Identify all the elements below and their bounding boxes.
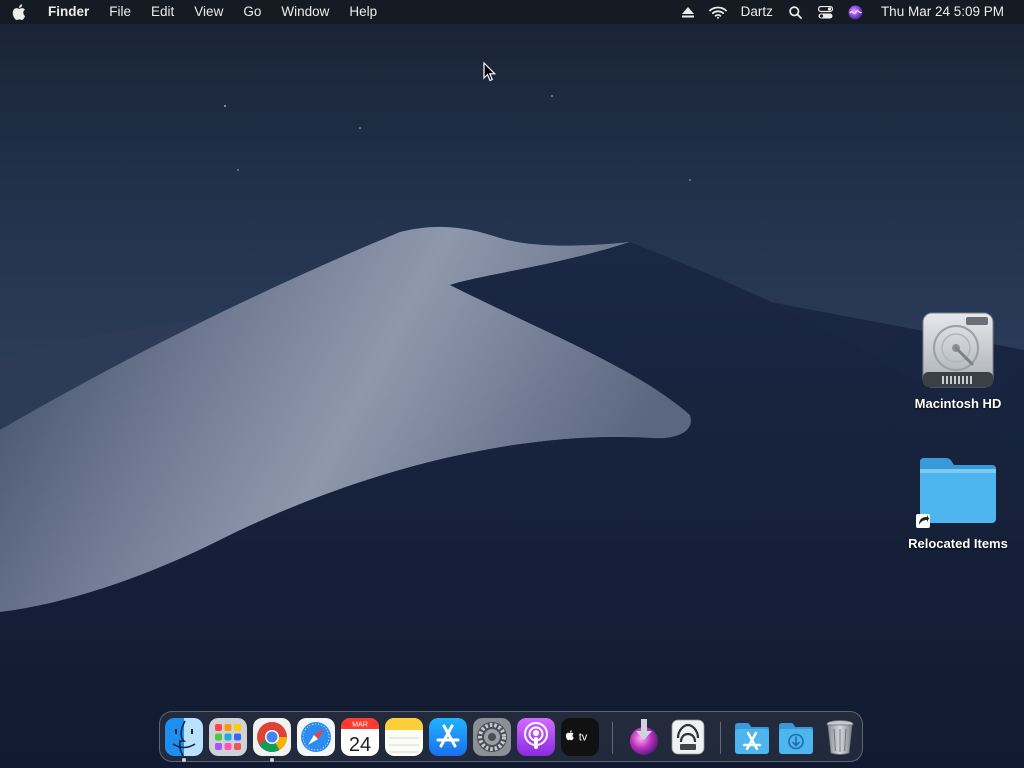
dock-separator (612, 722, 613, 754)
spotlight-search-icon (789, 5, 803, 19)
migration-assistant-icon (671, 719, 705, 755)
calendar-month-text: MAR (352, 722, 368, 729)
dock-item-disk-utility-installer[interactable] (625, 718, 663, 756)
applications-folder-icon (735, 723, 769, 754)
installer-icon (630, 719, 658, 755)
menu-file[interactable]: File (99, 0, 141, 24)
dock-item-podcasts[interactable] (517, 718, 555, 756)
dock-item-launchpad[interactable] (209, 718, 247, 756)
wifi-menu-button[interactable] (703, 0, 733, 24)
user-menu[interactable]: Dartz (733, 0, 781, 24)
dock-running-indicator (182, 758, 186, 762)
menu-edit[interactable]: Edit (141, 0, 184, 24)
apple-tv-label-text: tv (579, 732, 588, 744)
podcasts-icon (517, 718, 555, 756)
dock-item-system-preferences[interactable] (473, 718, 511, 756)
siri-button[interactable] (841, 0, 871, 24)
gear-icon (473, 718, 511, 756)
dock-item-trash[interactable] (821, 718, 859, 756)
dock-item-notes[interactable] (385, 718, 423, 756)
spotlight-button[interactable] (781, 0, 811, 24)
menu-bar: Finder File Edit View Go Window Help Dar… (0, 0, 1024, 24)
dock-item-apple-tv[interactable]: tv (561, 718, 599, 756)
menu-app-finder[interactable]: Finder (38, 0, 99, 24)
menu-clock[interactable]: Thu Mar 24 5:09 PM (871, 0, 1024, 24)
dock-item-applications-folder[interactable] (733, 718, 771, 756)
eject-menu-button[interactable] (673, 0, 703, 24)
apple-menu-button[interactable] (0, 0, 38, 24)
siri-icon (848, 5, 863, 19)
menu-go[interactable]: Go (233, 0, 271, 24)
mouse-cursor-icon (483, 62, 497, 82)
desktop-icon-label: Macintosh HD (914, 396, 1002, 411)
control-center-button[interactable] (811, 0, 841, 24)
dock-item-downloads-folder[interactable] (777, 718, 815, 756)
calendar-icon: MAR 24 (341, 718, 379, 756)
downloads-folder-icon (779, 723, 813, 754)
control-center-icon (818, 5, 834, 18)
dock-item-calendar[interactable]: MAR 24 (341, 718, 379, 756)
chrome-icon (253, 718, 291, 756)
trash-icon (826, 720, 854, 755)
launchpad-icon (209, 718, 247, 756)
menu-help[interactable]: Help (339, 0, 387, 24)
folder-alias-icon (916, 458, 996, 528)
hard-drive-icon (922, 312, 994, 388)
dock: MAR 24 tv (159, 711, 863, 762)
desktop-icon-macintosh-hd[interactable]: Macintosh HD (903, 312, 1013, 411)
dock-item-chrome[interactable] (253, 718, 291, 756)
apple-logo-icon (12, 4, 26, 20)
dock-item-migration-assistant[interactable] (669, 718, 707, 756)
notes-icon (385, 718, 423, 756)
apple-tv-icon: tv (561, 718, 599, 756)
finder-icon (165, 718, 203, 756)
eject-icon (681, 6, 694, 17)
dock-item-safari[interactable] (297, 718, 335, 756)
menu-window[interactable]: Window (271, 0, 339, 24)
desktop-icon-label: Relocated Items (908, 536, 1008, 551)
desktop-icon-relocated-items[interactable]: Relocated Items (903, 456, 1013, 551)
safari-icon (297, 718, 335, 756)
app-store-icon (429, 718, 467, 756)
dock-item-finder[interactable] (165, 718, 203, 756)
desktop-wallpaper (0, 95, 1024, 768)
dock-running-indicator (270, 758, 274, 762)
calendar-day-text: 24 (349, 734, 371, 756)
menu-view[interactable]: View (184, 0, 233, 24)
dock-item-app-store[interactable] (429, 718, 467, 756)
dock-separator (720, 722, 721, 754)
wifi-icon (708, 6, 727, 19)
